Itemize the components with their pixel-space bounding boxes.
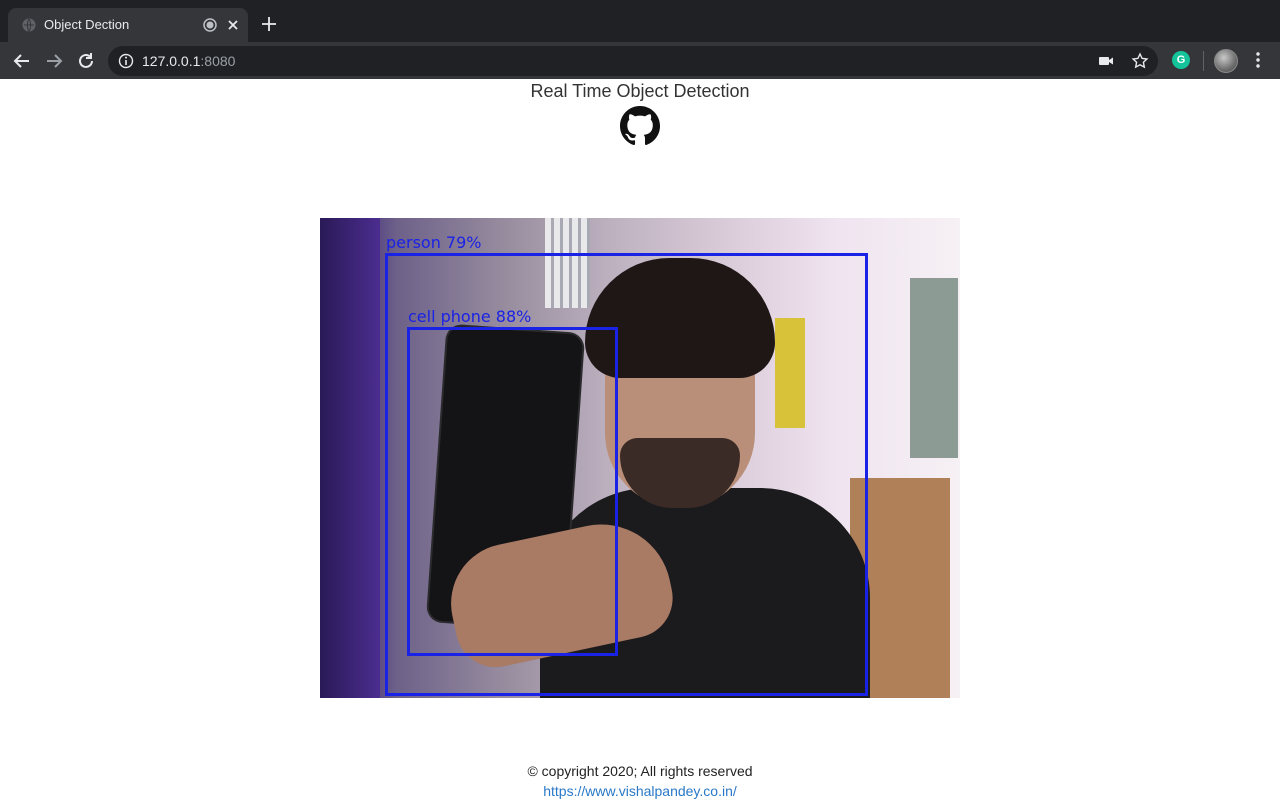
back-arrow-icon[interactable] (11, 50, 33, 72)
plus-icon[interactable] (260, 15, 278, 33)
detection-label-person: person 79% (386, 233, 482, 252)
footer-link[interactable]: https://www.vishalpandey.co.in/ (0, 783, 1280, 799)
detection-label-cell-phone: cell phone 88% (408, 307, 532, 326)
footer-copyright: © copyright 2020; All rights reserved (527, 763, 753, 779)
tab-title: Object Dection (44, 17, 130, 32)
address-bar[interactable]: 127.0.0.1:8080 (108, 46, 1158, 76)
browser-toolbar: 127.0.0.1:8080 G (0, 42, 1280, 79)
avatar[interactable] (1214, 49, 1238, 73)
page-title: Real Time Object Detection (530, 81, 750, 101)
close-icon[interactable] (225, 17, 241, 33)
media-playing-icon[interactable] (203, 18, 217, 32)
github-icon[interactable] (620, 106, 660, 146)
info-icon[interactable] (118, 53, 134, 69)
forward-arrow-icon[interactable] (43, 50, 65, 72)
video-background (320, 218, 380, 698)
camera-icon[interactable] (1098, 54, 1114, 68)
kebab-menu-icon[interactable] (1250, 50, 1266, 70)
globe-icon (22, 18, 36, 32)
page-content: Real Time Object Detection person 79% ce… (0, 79, 1280, 800)
url-text[interactable]: 127.0.0.1:8080 (142, 53, 235, 69)
url-port: :8080 (200, 53, 236, 69)
reload-icon[interactable] (75, 50, 97, 72)
tab-strip: Object Dection (0, 0, 1280, 42)
webcam-feed: person 79% cell phone 88% (320, 218, 960, 698)
detection-box-cell-phone (407, 327, 618, 656)
video-background (910, 278, 958, 458)
toolbar-divider (1203, 51, 1204, 71)
browser-tab[interactable]: Object Dection (8, 8, 248, 42)
grammarly-icon[interactable]: G (1172, 51, 1190, 69)
star-icon[interactable] (1131, 52, 1149, 70)
url-host: 127.0.0.1 (142, 53, 201, 69)
